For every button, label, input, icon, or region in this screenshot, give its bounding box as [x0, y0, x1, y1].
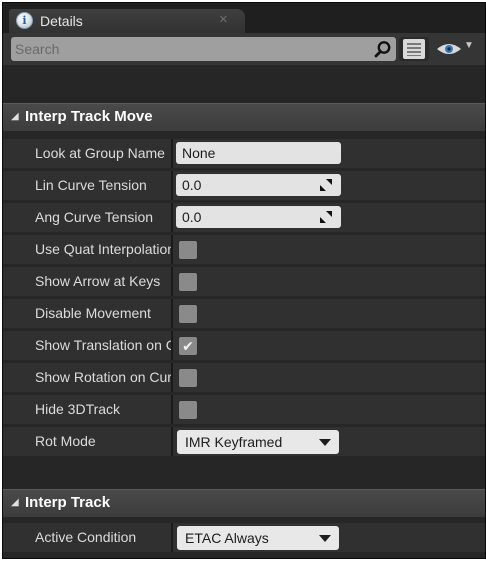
hide-3dtrack-checkbox[interactable]: [179, 401, 197, 419]
property-row-active-condition: Active Condition ETAC Always: [3, 523, 485, 553]
chevron-down-icon: [319, 439, 331, 446]
tab-details[interactable]: i Details ×: [9, 9, 245, 33]
show-arrow-at-keys-checkbox[interactable]: [179, 273, 197, 291]
property-label: Rot Mode: [35, 433, 96, 449]
property-label: Ang Curve Tension: [35, 209, 154, 225]
section-title: Interp Track: [25, 494, 111, 511]
property-row-ang-curve-tension: Ang Curve Tension 0.0: [3, 203, 485, 233]
property-row-use-quat-interpolation: Use Quat Interpolation: [3, 235, 485, 265]
property-label: Show Arrow at Keys: [35, 273, 161, 289]
disable-movement-checkbox[interactable]: [179, 305, 197, 323]
column-splitter[interactable]: [171, 139, 173, 168]
column-splitter[interactable]: [171, 427, 173, 456]
column-splitter[interactable]: [171, 171, 173, 200]
chevron-down-icon: [319, 535, 331, 542]
rot-mode-dropdown[interactable]: IMR Keyframed: [177, 430, 339, 454]
collapse-arrow-icon[interactable]: ◢: [11, 497, 19, 508]
search-row: ▼: [3, 33, 485, 65]
column-splitter[interactable]: [171, 363, 173, 392]
section-header-interp-track[interactable]: ◢ Interp Track: [3, 489, 485, 517]
drag-spin-icon[interactable]: [320, 211, 332, 223]
property-row-show-translation: Show Translation on Curve Ed ✔: [3, 331, 485, 361]
section-header-interp-track-move[interactable]: ◢ Interp Track Move: [3, 103, 485, 131]
property-label: Show Translation on Curve Ed: [35, 337, 171, 353]
property-label: Look at Group Name: [35, 145, 165, 161]
field-value: 0.0: [182, 177, 202, 193]
search-input[interactable]: [15, 37, 355, 61]
eye-icon: [437, 44, 461, 54]
property-row-disable-movement: Disable Movement: [3, 299, 485, 329]
column-splitter[interactable]: [171, 395, 173, 424]
property-label: Lin Curve Tension: [35, 177, 147, 193]
tab-bar: i Details ×: [3, 3, 485, 33]
lin-curve-tension-field[interactable]: 0.0: [176, 174, 341, 196]
search-icon[interactable]: [374, 40, 392, 58]
property-row-show-rotation: Show Rotation on Curve Ed: [3, 363, 485, 393]
active-condition-dropdown[interactable]: ETAC Always: [177, 526, 339, 550]
info-icon-glyph: i: [22, 14, 27, 27]
column-splitter[interactable]: [171, 235, 173, 264]
column-splitter[interactable]: [171, 523, 173, 552]
dropdown-value: ETAC Always: [185, 530, 269, 546]
dropdown-value: IMR Keyframed: [185, 434, 283, 450]
section-title: Interp Track Move: [25, 108, 153, 125]
info-icon: i: [16, 12, 33, 29]
search-box: [11, 37, 396, 61]
checkmark-icon: ✔: [182, 338, 194, 354]
show-translation-checkbox[interactable]: ✔: [179, 337, 197, 355]
property-row-show-arrow-at-keys: Show Arrow at Keys: [3, 267, 485, 297]
ang-curve-tension-field[interactable]: 0.0: [176, 206, 341, 228]
property-label: Hide 3DTrack: [35, 401, 121, 417]
column-splitter[interactable]: [171, 203, 173, 232]
property-label: Disable Movement: [35, 305, 151, 321]
property-row-look-at-group-name: Look at Group Name None: [3, 139, 485, 169]
property-row-lin-curve-tension: Lin Curve Tension 0.0: [3, 171, 485, 201]
field-value: 0.0: [182, 209, 202, 225]
close-icon[interactable]: ×: [219, 11, 228, 28]
details-panel: i Details × Search ▼ ◢ Interp Track Move…: [2, 2, 486, 559]
drag-spin-icon[interactable]: [320, 179, 332, 191]
chevron-down-icon: ▼: [464, 40, 474, 51]
look-at-group-name-field[interactable]: None: [176, 142, 341, 164]
visibility-filter-button[interactable]: ▼: [433, 38, 485, 60]
column-splitter[interactable]: [171, 299, 173, 328]
use-quat-interpolation-checkbox[interactable]: [179, 241, 197, 259]
property-label: Use Quat Interpolation: [35, 241, 171, 257]
column-splitter[interactable]: [171, 267, 173, 296]
tab-title: Details: [40, 13, 83, 29]
property-row-hide-3dtrack: Hide 3DTrack: [3, 395, 485, 425]
show-rotation-checkbox[interactable]: [179, 369, 197, 387]
property-label: Active Condition: [35, 529, 137, 545]
collapse-arrow-icon[interactable]: ◢: [11, 111, 19, 122]
property-label: Show Rotation on Curve Ed: [35, 369, 171, 385]
list-view-icon: [403, 39, 425, 59]
view-options-button[interactable]: [399, 37, 429, 61]
property-row-rot-mode: Rot Mode IMR Keyframed: [3, 427, 485, 457]
column-splitter[interactable]: [171, 331, 173, 360]
